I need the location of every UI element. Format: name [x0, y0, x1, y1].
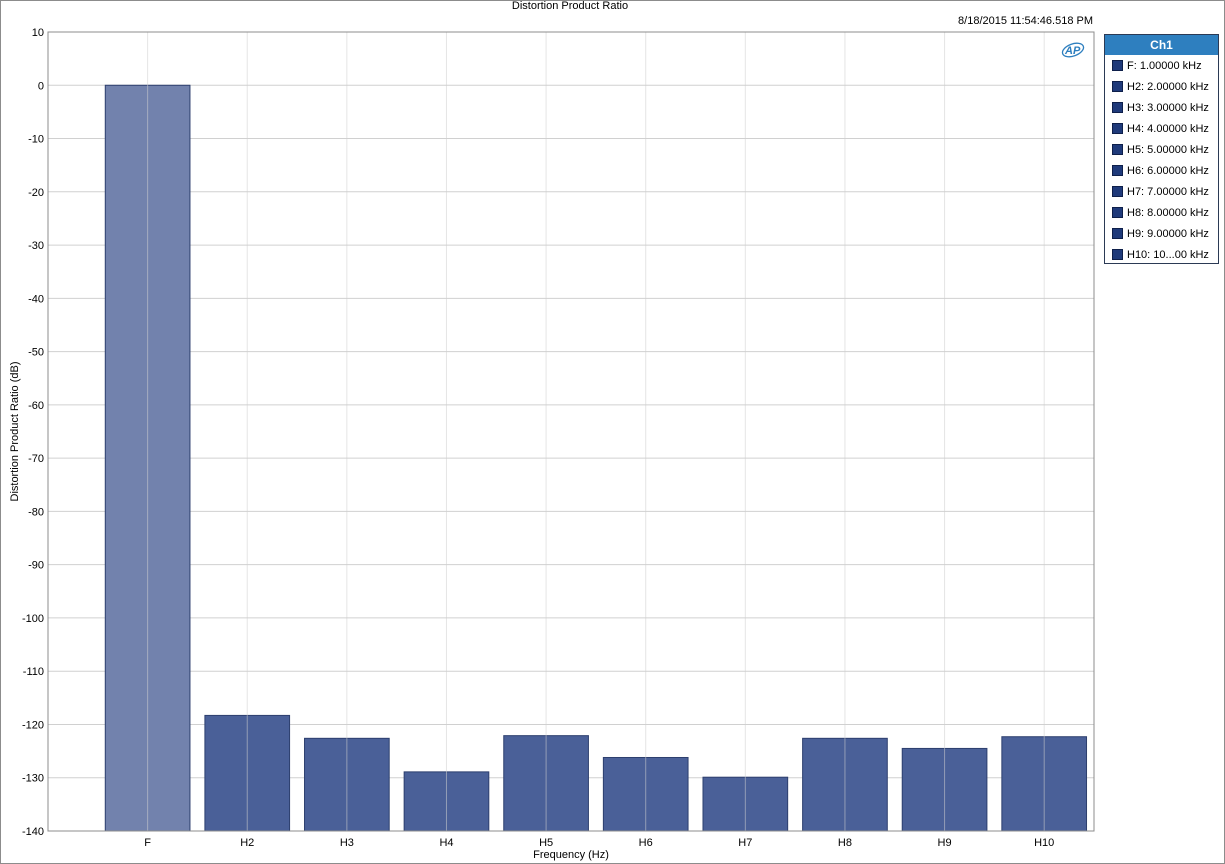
- legend: Ch1 F: 1.00000 kHz H2: 2.00000 kHz H3: 3…: [1104, 34, 1219, 264]
- legend-item[interactable]: H8: 8.00000 kHz: [1105, 202, 1218, 223]
- vertical-grid-lines: [147, 32, 1045, 831]
- x-tick-label: H10: [1034, 837, 1054, 849]
- legend-item-label: H4: 4.00000 kHz: [1127, 122, 1209, 135]
- legend-item-label: F: 1.00000 kHz: [1127, 59, 1202, 72]
- legend-swatch: [1112, 81, 1123, 92]
- x-tick-label: H9: [938, 837, 952, 849]
- y-tick-label: -60: [28, 400, 44, 412]
- legend-item-label: H7: 7.00000 kHz: [1127, 185, 1209, 198]
- y-tick-label: -30: [28, 240, 44, 252]
- legend-header: Ch1: [1105, 35, 1218, 55]
- legend-item-label: H6: 6.00000 kHz: [1127, 164, 1209, 177]
- x-tick-label: H5: [539, 837, 553, 849]
- legend-item[interactable]: H10: 10...00 kHz: [1105, 244, 1218, 265]
- legend-swatch: [1112, 60, 1123, 71]
- legend-item[interactable]: H3: 3.00000 kHz: [1105, 97, 1218, 118]
- x-tick-labels: F H2 H3 H4 H5 H6 H7 H8 H9 H10: [144, 837, 1054, 849]
- y-tick-label: -110: [23, 666, 44, 678]
- legend-item[interactable]: H5: 5.00000 kHz: [1105, 139, 1218, 160]
- x-tick-label: F: [144, 837, 151, 849]
- y-tick-label: 0: [38, 80, 44, 92]
- legend-item[interactable]: H6: 6.00000 kHz: [1105, 160, 1218, 181]
- legend-swatch: [1112, 165, 1123, 176]
- y-axis-label: Distortion Product Ratio (dB): [9, 362, 21, 502]
- y-tick-labels: 10 0 -10 -20 -30 -40 -50 -60 -70 -80 -90 -100 -110 -1…: [22, 27, 44, 838]
- grid-lines: [48, 31, 1094, 832]
- legend-swatch: [1112, 123, 1123, 134]
- x-tick-label: H6: [639, 837, 653, 849]
- x-tick-label: H8: [838, 837, 852, 849]
- y-tick-label: -80: [28, 506, 44, 518]
- legend-item[interactable]: F: 1.00000 kHz: [1105, 55, 1218, 76]
- legend-items: F: 1.00000 kHz H2: 2.00000 kHz H3: 3.000…: [1105, 55, 1218, 265]
- y-tick-label: -130: [22, 773, 44, 785]
- x-tick-label: H3: [340, 837, 354, 849]
- legend-item[interactable]: H9: 9.00000 kHz: [1105, 223, 1218, 244]
- legend-item-label: H3: 3.00000 kHz: [1127, 101, 1209, 114]
- legend-item[interactable]: H2: 2.00000 kHz: [1105, 76, 1218, 97]
- chart-plot: 10 0 -10 -20 -30 -40 -50 -60 -70 -80 -90 -100 -110 -1…: [9, 27, 1095, 861]
- y-tick-label: -90: [28, 560, 44, 572]
- y-tick-label: -20: [28, 187, 44, 199]
- legend-item-label: H10: 10...00 kHz: [1127, 248, 1209, 261]
- y-tick-label: -100: [22, 613, 44, 625]
- x-axis-label: Frequency (Hz): [533, 849, 609, 861]
- legend-swatch: [1112, 228, 1123, 239]
- x-tick-label: H2: [240, 837, 254, 849]
- y-tick-label: -40: [28, 293, 44, 305]
- y-tick-label: -140: [22, 826, 44, 838]
- legend-item-label: H9: 9.00000 kHz: [1127, 227, 1209, 240]
- legend-item-label: H8: 8.00000 kHz: [1127, 206, 1209, 219]
- legend-swatch: [1112, 186, 1123, 197]
- legend-swatch: [1112, 102, 1123, 113]
- legend-item-label: H5: 5.00000 kHz: [1127, 143, 1209, 156]
- x-tick-label: H4: [439, 837, 453, 849]
- y-tick-label: -120: [22, 719, 44, 731]
- legend-item[interactable]: H7: 7.00000 kHz: [1105, 181, 1218, 202]
- y-tick-label: -70: [28, 453, 44, 465]
- plot-border: [47, 31, 1095, 832]
- y-tick-label: 10: [32, 27, 44, 39]
- y-tick-label: -50: [28, 347, 44, 359]
- legend-item-label: H2: 2.00000 kHz: [1127, 80, 1209, 93]
- legend-swatch: [1112, 207, 1123, 218]
- legend-swatch: [1112, 144, 1123, 155]
- x-tick-label: H7: [738, 837, 752, 849]
- y-tick-label: -10: [28, 134, 44, 146]
- legend-item[interactable]: H4: 4.00000 kHz: [1105, 118, 1218, 139]
- legend-swatch: [1112, 249, 1123, 260]
